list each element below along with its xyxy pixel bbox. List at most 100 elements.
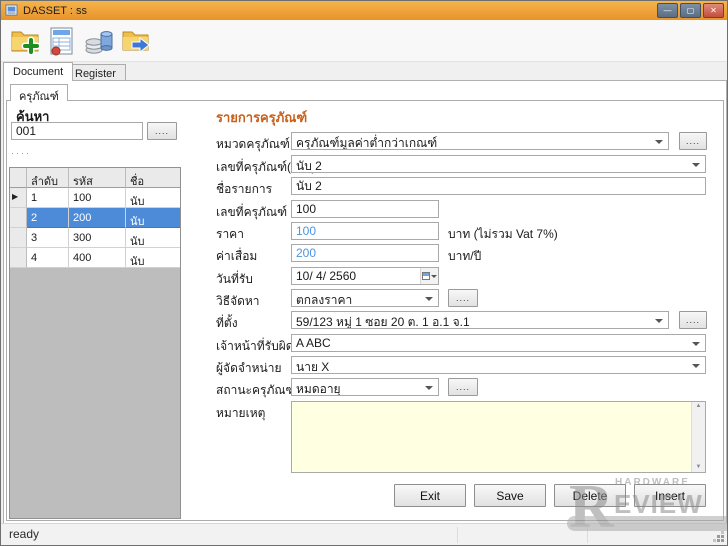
exit-icon — [121, 26, 151, 56]
save-button[interactable]: Save — [474, 484, 546, 507]
status-bar: ready — [1, 523, 727, 545]
depreciation-input[interactable] — [291, 244, 439, 262]
maximize-button[interactable]: ▢ — [680, 3, 701, 18]
calendar-icon — [422, 272, 430, 280]
cell-no[interactable]: 4 — [27, 248, 69, 268]
vendor-value: นาย X — [296, 360, 329, 374]
remark-label: หมายเหตุ — [216, 404, 265, 423]
report-icon — [47, 26, 77, 56]
statusbar-divider — [457, 527, 458, 543]
tab-document[interactable]: Document — [3, 62, 73, 81]
chevron-down-icon — [655, 140, 663, 148]
scroll-up-icon: ▲ — [696, 403, 702, 409]
insert-button[interactable]: Insert — [634, 484, 706, 507]
resize-grip[interactable] — [713, 531, 725, 543]
location-value: 59/123 หมู่ 1 ซอย 20 ต. 1 อ.1 จ.1 — [296, 315, 470, 329]
asset-no-linked-combobox[interactable]: นับ 2 — [291, 155, 706, 173]
database-icon — [84, 26, 114, 56]
grid-header-no[interactable]: ลำดับ — [27, 168, 69, 188]
asset-grid[interactable]: ลำดับ รหัส ชื่อ ▶ 1 100 นับ 2 200 นับ 3 … — [9, 167, 181, 519]
window-title: DASSET : ss — [23, 5, 87, 17]
status-browse-button[interactable]: .... — [448, 378, 478, 396]
cell-code[interactable]: 300 — [69, 228, 126, 248]
exit-button-toolbar[interactable] — [119, 24, 153, 58]
search-input[interactable] — [11, 122, 143, 140]
status-value: หมดอายุ — [296, 382, 341, 396]
status-label: สถานะครุภัณฑ์ — [216, 381, 295, 400]
price-input[interactable] — [291, 222, 439, 240]
asset-no-linked-value: นับ 2 — [296, 159, 322, 173]
minimize-button[interactable]: — — [657, 3, 678, 18]
asset-no-input[interactable] — [291, 200, 439, 218]
window-controls: — ▢ ✕ — [657, 3, 724, 18]
chevron-down-icon — [425, 386, 433, 394]
item-name-label: ชื่อรายการ — [216, 180, 272, 199]
chevron-down-icon — [425, 297, 433, 305]
app-window: DASSET : ss — ▢ ✕ — [0, 0, 728, 546]
toolbar — [1, 20, 727, 62]
location-browse-button[interactable]: .... — [679, 311, 707, 329]
scroll-down-icon: ▼ — [692, 463, 705, 471]
table-row[interactable]: ▶ 1 100 นับ — [10, 188, 180, 208]
tab-register[interactable]: Register — [65, 64, 126, 80]
procurement-browse-button[interactable]: .... — [448, 289, 478, 307]
table-row-selected[interactable]: 2 200 นับ — [10, 208, 180, 228]
cell-code[interactable]: 400 — [69, 248, 126, 268]
database-button[interactable] — [82, 24, 116, 58]
calendar-dropdown-button[interactable] — [420, 268, 438, 284]
new-item-button[interactable] — [8, 24, 42, 58]
delete-button[interactable]: Delete — [554, 484, 626, 507]
vendor-label: ผู้จัดจำหน่าย — [216, 359, 282, 378]
app-icon — [5, 4, 18, 17]
statusbar-divider — [587, 527, 588, 543]
grid-header-row: ลำดับ รหัส ชื่อ — [10, 168, 180, 188]
status-text: ready — [9, 527, 39, 541]
responsible-combobox[interactable]: A ABC — [291, 334, 706, 352]
report-button[interactable] — [45, 24, 79, 58]
cell-name[interactable]: นับ — [126, 208, 180, 228]
search-browse-button[interactable]: .... — [147, 122, 177, 140]
close-button[interactable]: ✕ — [703, 3, 724, 18]
chevron-down-icon — [692, 163, 700, 171]
location-combobox[interactable]: 59/123 หมู่ 1 ซอย 20 ต. 1 อ.1 จ.1 — [291, 311, 669, 329]
remark-textarea[interactable] — [291, 401, 706, 473]
new-item-icon — [10, 26, 40, 56]
chevron-down-icon — [692, 364, 700, 372]
procurement-label: วิธีจัดหา — [216, 292, 260, 311]
tab-asset[interactable]: ครุภัณฑ์ — [10, 84, 68, 101]
remark-scrollbar[interactable]: ▲▼ — [691, 402, 705, 472]
asset-no-label: เลขที่ครุภัณฑ์ — [216, 203, 287, 222]
table-row[interactable]: 4 400 นับ — [10, 248, 180, 268]
cell-code[interactable]: 200 — [69, 208, 126, 228]
form-title: รายการครุภัณฑ์ — [216, 107, 307, 128]
cell-no[interactable]: 2 — [27, 208, 69, 228]
category-browse-button[interactable]: .... — [679, 132, 707, 150]
price-unit-label: บาท (ไม่รวม Vat 7%) — [448, 225, 558, 244]
row-current-marker: ▶ — [10, 188, 27, 208]
vendor-combobox[interactable]: นาย X — [291, 356, 706, 374]
item-name-input[interactable] — [291, 177, 706, 195]
received-date-picker[interactable]: 10/ 4/ 2560 — [291, 267, 439, 285]
cell-name[interactable]: นับ — [126, 228, 180, 248]
exit-button[interactable]: Exit — [394, 484, 466, 507]
cell-name[interactable]: นับ — [126, 248, 180, 268]
procurement-combobox[interactable]: ตกลงราคา — [291, 289, 439, 307]
cell-no[interactable]: 1 — [27, 188, 69, 208]
chevron-down-icon — [692, 342, 700, 350]
grid-header-name[interactable]: ชื่อ — [126, 168, 180, 188]
status-combobox[interactable]: หมดอายุ — [291, 378, 439, 396]
splitter-handle[interactable] — [10, 151, 28, 157]
grid-selector-header — [10, 168, 27, 188]
chevron-down-icon — [655, 319, 663, 327]
depreciation-unit-label: บาท/ปี — [448, 247, 481, 266]
table-row[interactable]: 3 300 นับ — [10, 228, 180, 248]
price-label: ราคา — [216, 225, 244, 244]
category-combobox[interactable]: ครุภัณฑ์มูลค่าต่ำกว่าเกณฑ์ — [291, 132, 669, 150]
titlebar[interactable]: DASSET : ss — ▢ ✕ — [1, 1, 727, 20]
row-selector — [10, 208, 27, 228]
cell-code[interactable]: 100 — [69, 188, 126, 208]
procurement-value: ตกลงราคา — [296, 293, 352, 307]
cell-name[interactable]: นับ — [126, 188, 180, 208]
cell-no[interactable]: 3 — [27, 228, 69, 248]
grid-header-code[interactable]: รหัส — [69, 168, 126, 188]
